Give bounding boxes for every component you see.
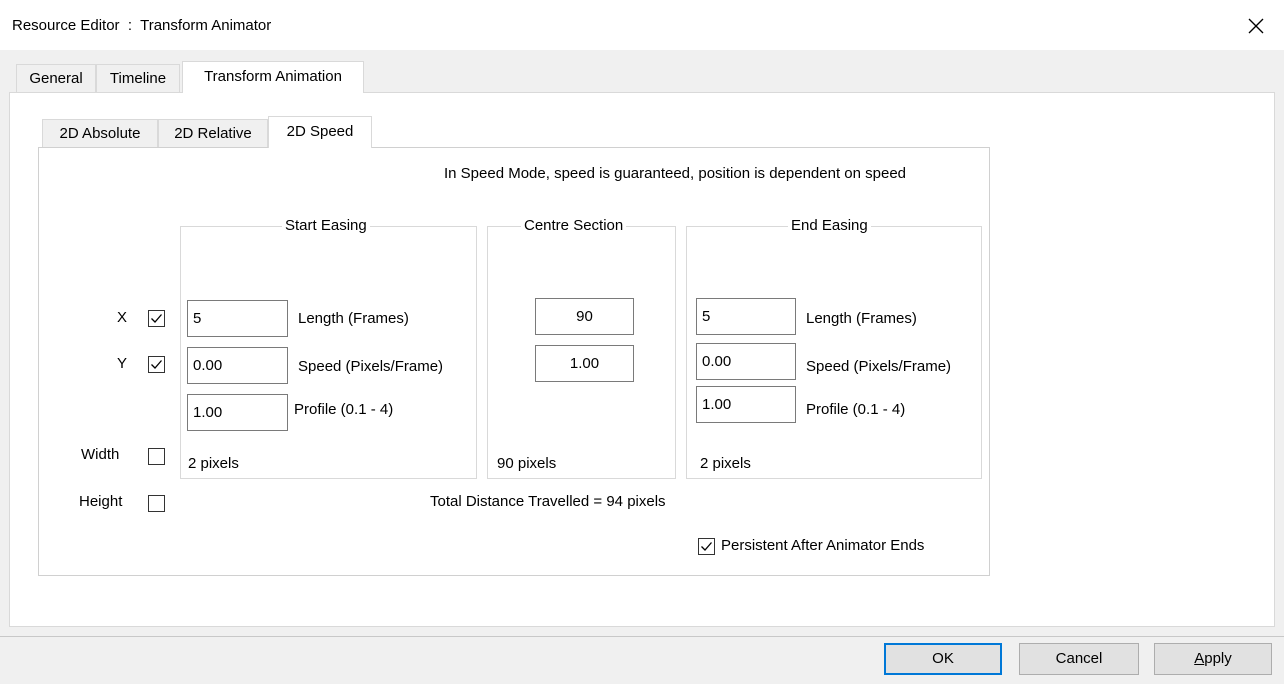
axis-height-label: Height [79,493,123,510]
persistent-checkbox[interactable] [698,538,715,555]
start-speed-input[interactable]: 0.00 [187,347,288,384]
end-speed-label: Speed (Pixels/Frame) [806,358,952,375]
end-length-input[interactable]: 5 [696,298,796,335]
subtab-2d-relative[interactable]: 2D Relative [158,119,268,147]
apply-mnemonic: A [1194,650,1205,667]
checkmark-icon [151,314,162,323]
axis-y-label: Y [117,355,128,372]
checkmark-icon [151,360,162,369]
start-length-label: Length (Frames) [298,310,409,327]
centre-distance-text: 90 pixels [497,455,557,472]
total-distance-text: Total Distance Travelled = 94 pixels [430,493,666,510]
cancel-button[interactable]: Cancel [1019,643,1139,675]
axis-x-checkbox[interactable] [148,310,165,327]
axis-x-label: X [117,309,128,326]
end-speed-input[interactable]: 0.00 [696,343,796,380]
persistent-label: Persistent After Animator Ends [721,537,925,554]
end-easing-title: End Easing [788,217,871,234]
apply-label: pply [1204,650,1232,667]
start-profile-input[interactable]: 1.00 [187,394,288,431]
axis-height-checkbox[interactable] [148,495,165,512]
axis-width-checkbox[interactable] [148,448,165,465]
tab-timeline[interactable]: Timeline [96,64,180,92]
centre-length-input[interactable]: 90 [535,298,634,335]
end-profile-label: Profile (0.1 - 4) [806,401,906,418]
end-profile-input[interactable]: 1.00 [696,386,796,423]
checkmark-icon [701,542,712,551]
tab-transform-animation[interactable]: Transform Animation [182,61,364,93]
apply-button[interactable]: Apply [1154,643,1272,675]
subtab-2d-speed[interactable]: 2D Speed [268,116,372,148]
start-profile-label: Profile (0.1 - 4) [294,401,394,418]
start-easing-title: Start Easing [282,217,370,234]
end-length-label: Length (Frames) [806,310,917,327]
axis-width-label: Width [81,446,120,463]
close-button[interactable] [1238,8,1274,44]
centre-speed-input[interactable]: 1.00 [535,345,634,382]
info-text: In Speed Mode, speed is guaranteed, posi… [444,165,907,182]
axis-y-checkbox[interactable] [148,356,165,373]
subtab-2d-absolute[interactable]: 2D Absolute [42,119,158,147]
footer-divider [0,636,1284,637]
start-length-input[interactable]: 5 [187,300,288,337]
close-icon [1248,18,1264,34]
start-distance-text: 2 pixels [188,455,239,472]
centre-section-title: Centre Section [521,217,627,234]
tab-general[interactable]: General [16,64,96,92]
start-speed-label: Speed (Pixels/Frame) [298,358,444,375]
window-title: Resource Editor : Transform Animator [12,17,272,34]
end-distance-text: 2 pixels [700,455,751,472]
ok-button[interactable]: OK [884,643,1002,675]
